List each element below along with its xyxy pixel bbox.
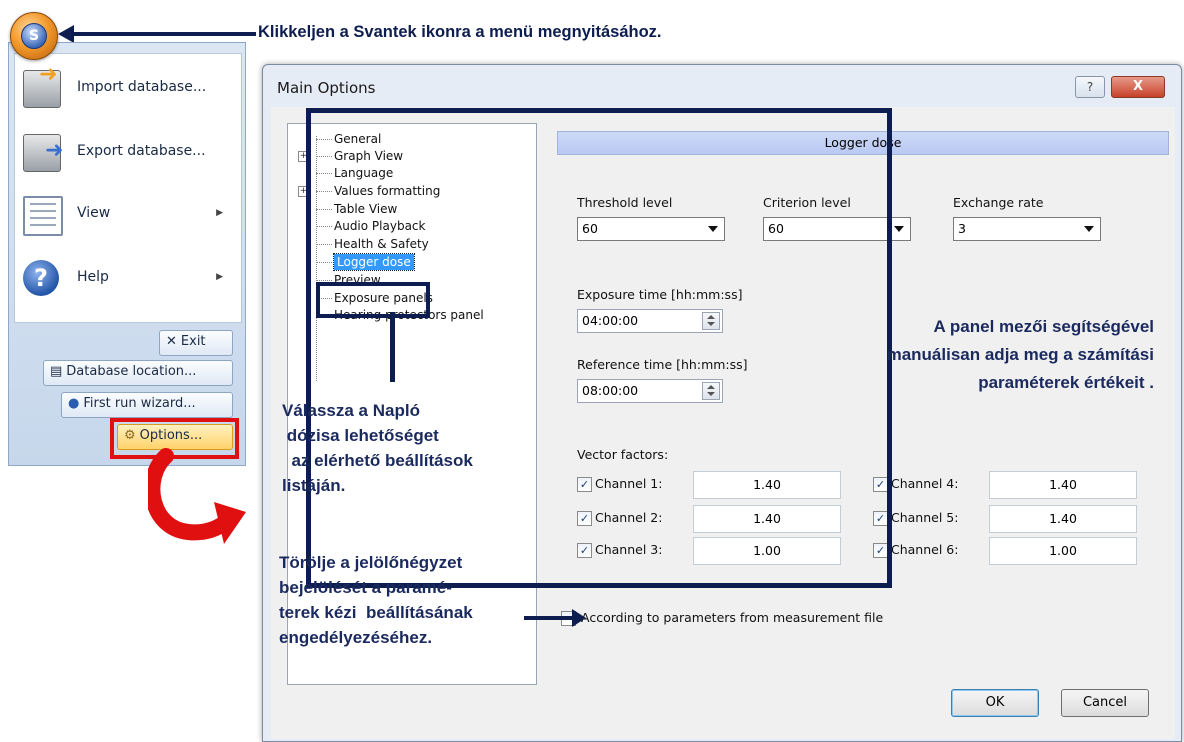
menu-item-import-database[interactable]: ➜ Import database...	[15, 60, 241, 116]
svantek-orb-button[interactable]: S	[10, 12, 58, 60]
first-run-wizard-label: First run wizard...	[83, 396, 196, 411]
measurement-file-label: According to parameters from measurement…	[581, 610, 884, 625]
application-menu-items: ➜ Import database... ➜ Export database..…	[14, 53, 242, 323]
svantek-logo-icon: S	[21, 23, 47, 49]
uncheck-callout: Törölje a jelölőnégyzet bejelölését a pa…	[279, 553, 473, 647]
ok-button[interactable]: OK	[951, 689, 1039, 717]
checkbox-pointer-arrow-icon	[572, 609, 586, 627]
logger-dose-highlight-frame	[316, 282, 430, 318]
channel-5-input[interactable]: 1.40	[989, 505, 1137, 533]
select-logger-callout: Válassza a Napló dózisa lehetőséget az e…	[282, 401, 473, 495]
chevron-down-icon	[1084, 226, 1094, 232]
wizard-icon: ●	[68, 396, 80, 411]
logger-dose-pointer-line	[390, 312, 395, 382]
menu-item-help[interactable]: ? Help ▶	[15, 250, 241, 306]
submenu-arrow-icon: ▶	[216, 208, 223, 218]
top-callout-arrow-line	[72, 32, 256, 36]
menu-item-view[interactable]: View ▶	[15, 186, 241, 242]
application-menu: ➜ Import database... ➜ Export database..…	[8, 42, 246, 466]
channel-6-input[interactable]: 1.00	[989, 537, 1137, 565]
channel-6-label: Channel 6:	[891, 542, 959, 557]
view-icon	[23, 196, 63, 236]
channel-4-label: Channel 4:	[891, 476, 959, 491]
menu-item-export-database[interactable]: ➜ Export database...	[15, 124, 241, 180]
channel-5-label: Channel 5:	[891, 510, 959, 525]
top-callout-arrow-head-icon	[58, 25, 74, 43]
submenu-arrow-icon: ▶	[216, 272, 223, 282]
close-icon: ✕	[166, 334, 177, 349]
dialog-title: Main Options	[277, 79, 376, 97]
menu-item-label: Export database...	[77, 143, 206, 159]
exit-button[interactable]: ✕ Exit	[159, 330, 233, 356]
red-curved-arrow-icon	[148, 448, 246, 544]
menu-item-label: Import database...	[77, 79, 207, 95]
panel-fields-callout: A panel mezői segítségével manuálisan ad…	[886, 317, 1154, 392]
database-location-label: Database location...	[66, 364, 197, 379]
top-callout-text: Klikkeljen a Svantek ikonra a menü megny…	[258, 23, 662, 41]
help-button[interactable]: ?	[1075, 76, 1105, 98]
question-icon: ?	[1086, 80, 1094, 94]
close-button[interactable]: X	[1111, 76, 1165, 98]
channel-4-input[interactable]: 1.40	[989, 471, 1137, 499]
help-icon: ?	[23, 260, 59, 296]
exit-button-label: Exit	[180, 334, 206, 349]
cancel-button[interactable]: Cancel	[1061, 689, 1149, 717]
first-run-wizard-button[interactable]: ● First run wizard...	[61, 392, 233, 418]
chevron-down-icon	[894, 226, 904, 232]
exchange-rate-select[interactable]: 3	[953, 217, 1101, 241]
checkbox-pointer-line	[524, 616, 574, 620]
exchange-rate-label: Exchange rate	[953, 195, 1044, 210]
database-location-button[interactable]: ▤ Database location...	[43, 360, 233, 386]
menu-item-label: Help	[77, 269, 109, 285]
database-icon: ▤	[50, 364, 63, 379]
close-icon: X	[1132, 79, 1144, 94]
menu-item-label: View	[77, 205, 111, 221]
